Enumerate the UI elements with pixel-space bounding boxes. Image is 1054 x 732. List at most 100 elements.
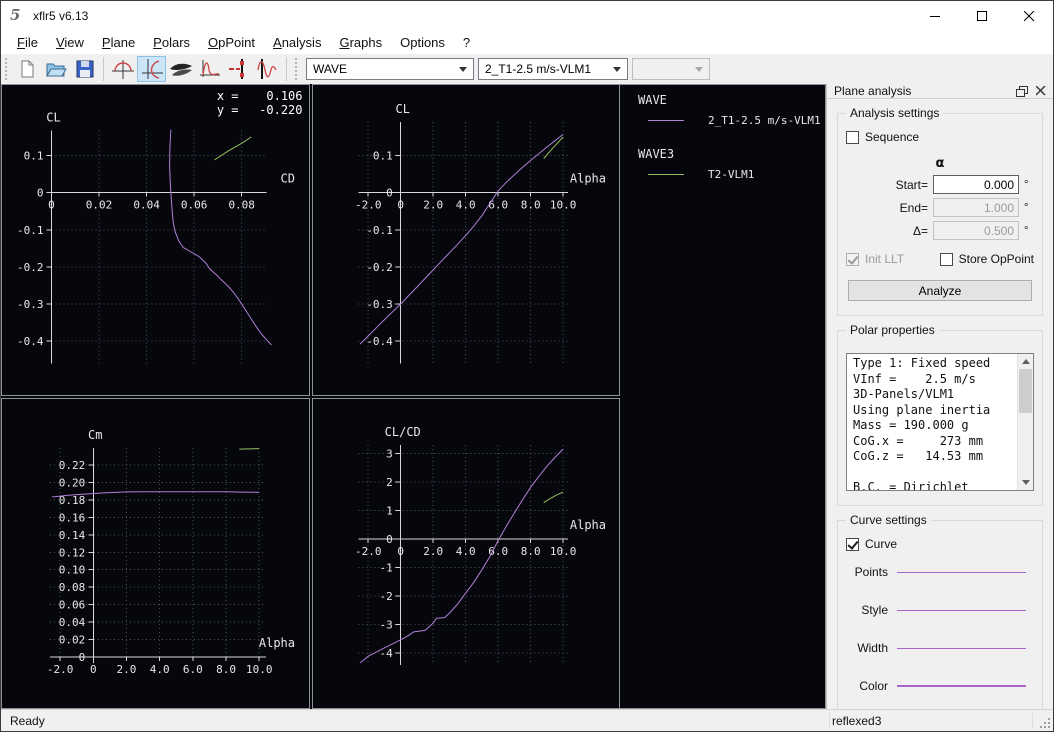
menu-help[interactable]: ?	[454, 33, 479, 52]
open-folder-icon	[45, 63, 67, 77]
param-label: Start=	[895, 177, 928, 192]
param-rows: Start= ° End= ° Δ= °	[838, 175, 1042, 240]
maximize-button[interactable]	[959, 1, 1006, 31]
param-row-0: Start= °	[838, 175, 1032, 194]
unit-label: °	[1024, 178, 1029, 191]
polar-graph-view-icon	[141, 59, 163, 79]
open-file-button[interactable]	[41, 56, 70, 82]
svg-text:0: 0	[48, 199, 55, 212]
polar-legend[interactable]: WAVE 2_T1-2.5 m/s-VLM1 WAVE3 T2-VLM1	[620, 84, 826, 709]
svg-text:CL/CD: CL/CD	[384, 425, 420, 439]
curve-points-selector[interactable]: Points	[838, 565, 1026, 579]
legend-entry[interactable]: 2_T1-2.5 m/s-VLM1	[620, 113, 825, 127]
new-file-button[interactable]	[12, 56, 41, 82]
svg-text:-0.1: -0.1	[17, 224, 44, 237]
menu-view[interactable]: View	[47, 33, 93, 52]
svg-text:-2.0: -2.0	[47, 662, 74, 675]
graph-cl-cd[interactable]: x = 0.106 y = -0.220 0 0.02 0.04 0.06 0.08 0.…	[1, 84, 310, 396]
svg-text:4.0: 4.0	[150, 662, 170, 675]
svg-text:Alpha: Alpha	[259, 635, 295, 649]
param-input[interactable]	[933, 175, 1019, 194]
status-message: Ready	[10, 713, 45, 728]
svg-text:0: 0	[90, 662, 97, 675]
legend-group: WAVE 2_T1-2.5 m/s-VLM1	[620, 93, 825, 127]
time-response-view-icon	[256, 59, 277, 79]
toolbar-combo-0[interactable]: WAVE	[306, 58, 474, 80]
svg-text:4.0: 4.0	[455, 199, 475, 212]
init-llt-row: Init LLT	[846, 252, 904, 266]
sequence-checkbox[interactable]	[846, 130, 859, 144]
curve-line-sample	[897, 647, 1026, 649]
graph-cm-alpha[interactable]: -2.0 0 2.0 4.0 6.0 8.0 10.0 0.22 0.20 0.18 0.16 0.1…	[1, 397, 310, 709]
curve-color-selector[interactable]: Color	[838, 679, 1026, 693]
minimize-button[interactable]	[912, 1, 959, 31]
toolbar-grip[interactable]	[5, 58, 8, 80]
svg-text:1: 1	[386, 504, 393, 517]
float-panel-icon[interactable]	[1016, 85, 1028, 97]
analyze-button[interactable]: Analyze	[848, 280, 1032, 301]
legend-entry[interactable]: T2-VLM1	[620, 167, 825, 181]
toolbar-combo-1[interactable]: 2_T1-2.5 m/s-VLM1	[478, 58, 628, 80]
curve-width-selector[interactable]: Width	[838, 641, 1026, 655]
minimize-icon	[930, 15, 940, 17]
close-button[interactable]	[1006, 1, 1053, 31]
time-response-view-button[interactable]	[253, 56, 282, 82]
sequence-checkbox-row[interactable]: Sequence	[846, 130, 1042, 144]
main-area: x = 0.106 y = -0.220 0 0.02 0.04 0.06 0.08 0.…	[1, 84, 1053, 712]
curve-line-sample	[897, 609, 1026, 611]
svg-text:CL: CL	[46, 110, 60, 124]
svg-text:6.0: 6.0	[183, 662, 203, 675]
menu-oppoint[interactable]: OpPoint	[199, 33, 264, 52]
svg-text:0.16: 0.16	[59, 511, 86, 524]
polar-graph-view-button[interactable]	[137, 56, 166, 82]
svg-text:0.04: 0.04	[59, 615, 86, 628]
curve-style-selector[interactable]: Style	[838, 603, 1026, 617]
status-bar: Ready reflexed3	[1, 709, 1053, 731]
curve-checkbox[interactable]	[846, 537, 859, 551]
scrollbar-thumb[interactable]	[1019, 369, 1032, 413]
toolbar-separator	[103, 57, 104, 81]
title-bar: 5 xflr5 v6.13	[1, 1, 1053, 31]
svg-text:0: 0	[397, 545, 404, 558]
menu-plane[interactable]: Plane	[93, 33, 144, 52]
svg-text:3: 3	[386, 447, 393, 460]
dock-title-bar[interactable]: Plane analysis	[827, 84, 1053, 99]
menu-graphs[interactable]: Graphs	[330, 33, 391, 52]
svg-text:-2.0: -2.0	[354, 199, 381, 212]
menu-file[interactable]: File	[8, 33, 47, 52]
svg-text:0.1: 0.1	[372, 150, 392, 163]
toolbar-combo-2	[632, 58, 710, 80]
cp-view-button[interactable]	[195, 56, 224, 82]
resize-grip[interactable]	[1048, 726, 1050, 728]
menu-analysis[interactable]: Analysis	[264, 33, 330, 52]
wing-3d-view-button[interactable]	[166, 56, 195, 82]
close-panel-icon[interactable]	[1036, 86, 1046, 96]
graph-cl-alpha[interactable]: -2.0 0 2.0 4.0 6.0 8.0 10.0 0.1 0 -0.1 -0.2 -0.3 -0.…	[311, 84, 620, 396]
graph-clcd-alpha[interactable]: -2.0 0 2.0 4.0 6.0 8.0 10.0 3 2 1 0 -1 -2 -3 -4 CL/CD Al…	[311, 397, 620, 709]
stability-view-button[interactable]	[224, 56, 253, 82]
polar-properties-scrollbar[interactable]	[1017, 354, 1033, 490]
svg-text:0.06: 0.06	[181, 199, 208, 212]
svg-text:8.0: 8.0	[216, 662, 236, 675]
menu-polars[interactable]: Polars	[144, 33, 199, 52]
store-oppoint-row[interactable]: Store OpPoint	[939, 252, 1034, 266]
polar-arc-view-button[interactable]	[108, 56, 137, 82]
svg-text:-3: -3	[379, 618, 392, 631]
legend-label: 2_T1-2.5 m/s-VLM1	[708, 113, 821, 127]
toolbar-grip[interactable]	[295, 58, 298, 80]
svg-text:2.0: 2.0	[117, 662, 137, 675]
store-oppoint-checkbox[interactable]	[939, 252, 953, 266]
scroll-down-icon[interactable]	[1021, 480, 1030, 485]
save-button[interactable]	[70, 56, 99, 82]
svg-text:0.14: 0.14	[59, 528, 86, 541]
svg-text:10.0: 10.0	[549, 545, 576, 558]
curve-row-label: Width	[857, 641, 888, 655]
legend-line-sample	[648, 173, 684, 175]
curve-checkbox-row[interactable]: Curve	[846, 537, 1042, 551]
svg-text:0.12: 0.12	[59, 546, 86, 559]
curve-line-sample	[897, 571, 1026, 573]
svg-text:8.0: 8.0	[520, 199, 540, 212]
svg-text:-0.3: -0.3	[366, 298, 393, 311]
scroll-up-icon[interactable]	[1021, 359, 1030, 364]
menu-options[interactable]: Options	[391, 33, 454, 52]
